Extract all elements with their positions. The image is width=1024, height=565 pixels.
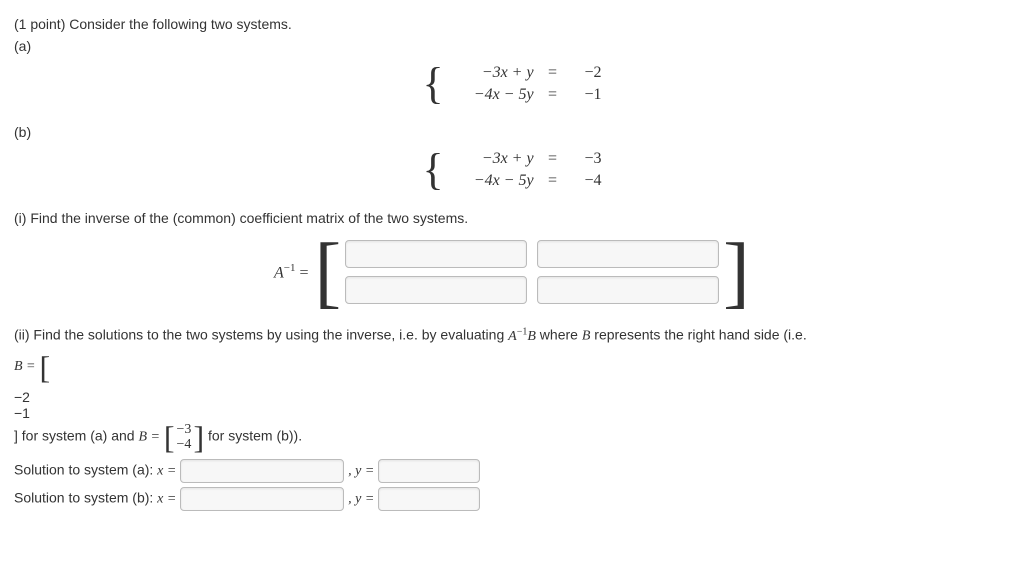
sys-b-eq1-lhs: −3x + y: [444, 148, 534, 170]
B-equals-b: B =: [138, 429, 160, 444]
left-bracket-icon: [: [315, 232, 342, 312]
part-ii-text-c: represents the right hand side (i.e.: [594, 327, 806, 343]
B-equals-a: B =: [14, 359, 36, 375]
solution-a-y-input[interactable]: [378, 459, 480, 483]
a-inverse-label: A−1 =: [274, 262, 309, 282]
part-ii-text-a: (ii) Find the solutions to the two syste…: [14, 327, 508, 343]
solution-a-row: Solution to system (a): x = , y =: [14, 459, 1010, 483]
B-matrix-a: [: [40, 351, 51, 383]
for-system-b-text: for system (b)).: [208, 427, 302, 443]
a-inverse-eq: =: [296, 264, 309, 281]
a-inv-entry-12[interactable]: [537, 240, 719, 268]
a-inv-b-expr: A−1B: [508, 329, 536, 344]
left-bracket-icon: [: [40, 351, 51, 383]
label-a: (a): [14, 38, 1010, 54]
part-ii-text-b: where: [540, 327, 582, 343]
sys-b-eq1-eq: =: [538, 148, 568, 170]
intro-text: Consider the following two systems.: [69, 16, 292, 32]
part-ii-line2: B = [: [14, 351, 1010, 383]
problem-intro: (1 point) Consider the following two sys…: [14, 16, 1010, 32]
sys-a-eq2-eq: =: [538, 84, 568, 106]
sys-a-eq1-rhs: −2: [572, 62, 602, 84]
a-inv-entry-21[interactable]: [345, 276, 527, 304]
for-system-a-text: for system (a) and: [22, 427, 139, 443]
right-bracket-icon: ]: [723, 232, 750, 312]
system-b: { −3x + y = −3 −4x − 5y = −4: [14, 148, 1010, 192]
a-inverse-sup: −1: [284, 262, 296, 274]
label-b: (b): [14, 124, 1010, 140]
solution-a-label: Solution to system (a):: [14, 461, 157, 477]
sys-b-eq2-lhs: −4x − 5y: [444, 170, 534, 192]
Bb-bot: −4: [175, 437, 194, 452]
solution-b-x-input[interactable]: [180, 487, 344, 511]
a-inverse-A: A: [274, 264, 284, 281]
system-a: { −3x + y = −2 −4x − 5y = −1: [14, 62, 1010, 106]
B-matrix-b: [ −3−4 ]: [164, 421, 204, 453]
solution-b-y-input[interactable]: [378, 487, 480, 511]
y-equals-a: , y =: [348, 463, 374, 478]
y-equals-b: , y =: [348, 491, 374, 506]
solution-a-x-input[interactable]: [180, 459, 344, 483]
solution-b-row: Solution to system (b): x = , y =: [14, 487, 1010, 511]
solution-b-label: Solution to system (b):: [14, 489, 157, 505]
a-inv-entry-11[interactable]: [345, 240, 527, 268]
part-i-text: (i) Find the inverse of the (common) coe…: [14, 210, 1010, 226]
inverse-matrix-entry: A−1 = [ ]: [14, 232, 1010, 312]
Bb-top: −3: [175, 422, 194, 437]
sys-a-eq2-lhs: −4x − 5y: [444, 84, 534, 106]
B-symbol: B: [582, 329, 591, 344]
sys-a-eq2-rhs: −1: [572, 84, 602, 106]
sys-a-eq1-eq: =: [538, 62, 568, 84]
x-equals-a: x =: [157, 463, 176, 478]
x-equals-b: x =: [157, 491, 176, 506]
sys-b-eq1-rhs: −3: [572, 148, 602, 170]
sys-b-eq2-eq: =: [538, 170, 568, 192]
part-ii-line1: (ii) Find the solutions to the two syste…: [14, 326, 1010, 345]
left-bracket-icon: [: [164, 421, 175, 453]
right-bracket-icon: ]: [193, 421, 204, 453]
Ba-top: −2: [14, 389, 1010, 405]
sys-b-eq2-rhs: −4: [572, 170, 602, 192]
left-brace-icon: {: [422, 62, 443, 106]
points-label: (1 point): [14, 16, 65, 32]
right-bracket-icon: ]: [14, 427, 18, 443]
a-inv-entry-22[interactable]: [537, 276, 719, 304]
left-brace-icon: {: [422, 148, 443, 192]
sys-a-eq1-lhs: −3x + y: [444, 62, 534, 84]
